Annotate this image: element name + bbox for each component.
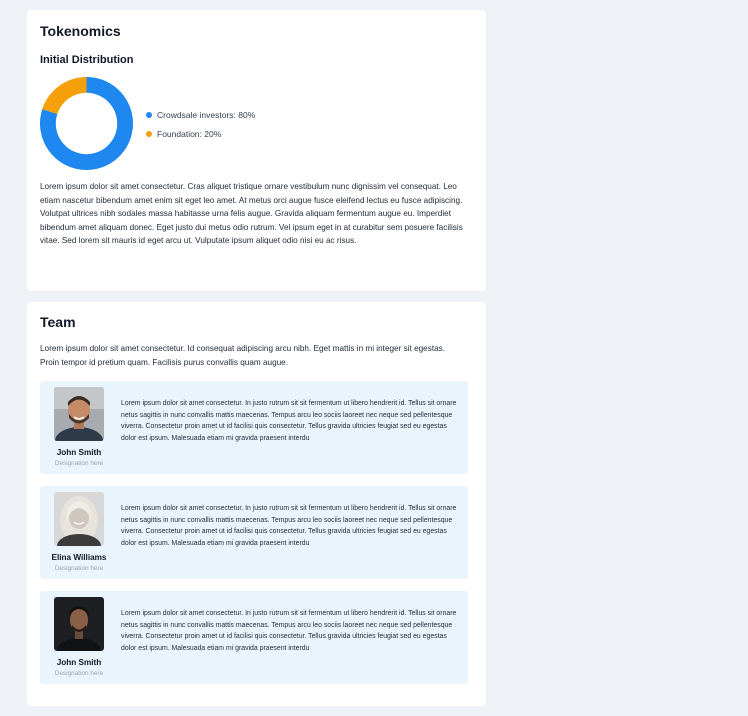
donut-slice-foundation [42, 77, 87, 115]
team-member-card: John Smith Designation here Lorem ipsum … [40, 591, 468, 684]
member-name: John Smith [56, 658, 102, 667]
legend-dot-icon [146, 131, 152, 137]
member-name: John Smith [56, 448, 102, 457]
member-avatar [54, 387, 104, 441]
tokenomics-card: Tokenomics Initial Distribution Crowdsal… [27, 10, 486, 291]
team-member-card: John Smith Designation here Lorem ipsum … [40, 381, 468, 474]
team-member-card: Elina Williams Designation here Lorem ip… [40, 486, 468, 579]
distribution-subtitle: Initial Distribution [40, 54, 134, 66]
legend-item-foundation: Foundation: 20% [146, 128, 255, 140]
member-designation: Designation here [54, 670, 104, 677]
distribution-donut-chart [40, 77, 133, 170]
legend-label-foundation: Foundation: 20% [157, 129, 222, 139]
tokenomics-description: Lorem ipsum dolor sit amet consectetur. … [40, 182, 463, 246]
member-name: Elina Williams [51, 553, 107, 562]
avatar-photo-icon [54, 597, 104, 651]
member-bio: Lorem ipsum dolor sit amet consectetur. … [121, 400, 457, 442]
team-card: Team Lorem ipsum dolor sit amet consecte… [27, 302, 486, 706]
legend-label-crowdsale: Crowdsale investors: 80% [157, 110, 256, 120]
avatar-photo-icon [54, 387, 104, 441]
member-designation: Designation here [54, 460, 104, 467]
chart-legend: Crowdsale investors: 80% Foundation: 20% [146, 109, 255, 147]
avatar-photo-icon [54, 492, 104, 546]
team-title: Team [40, 314, 76, 330]
team-description: Lorem ipsum dolor sit amet consectetur. … [40, 344, 446, 367]
member-bio: Lorem ipsum dolor sit amet consectetur. … [121, 610, 457, 652]
member-avatar [54, 492, 104, 546]
tokenomics-title: Tokenomics [40, 23, 121, 39]
member-avatar [54, 597, 104, 651]
member-bio: Lorem ipsum dolor sit amet consectetur. … [121, 505, 457, 547]
member-designation: Designation here [54, 565, 104, 572]
legend-item-crowdsale: Crowdsale investors: 80% [146, 109, 255, 121]
legend-dot-icon [146, 112, 152, 118]
